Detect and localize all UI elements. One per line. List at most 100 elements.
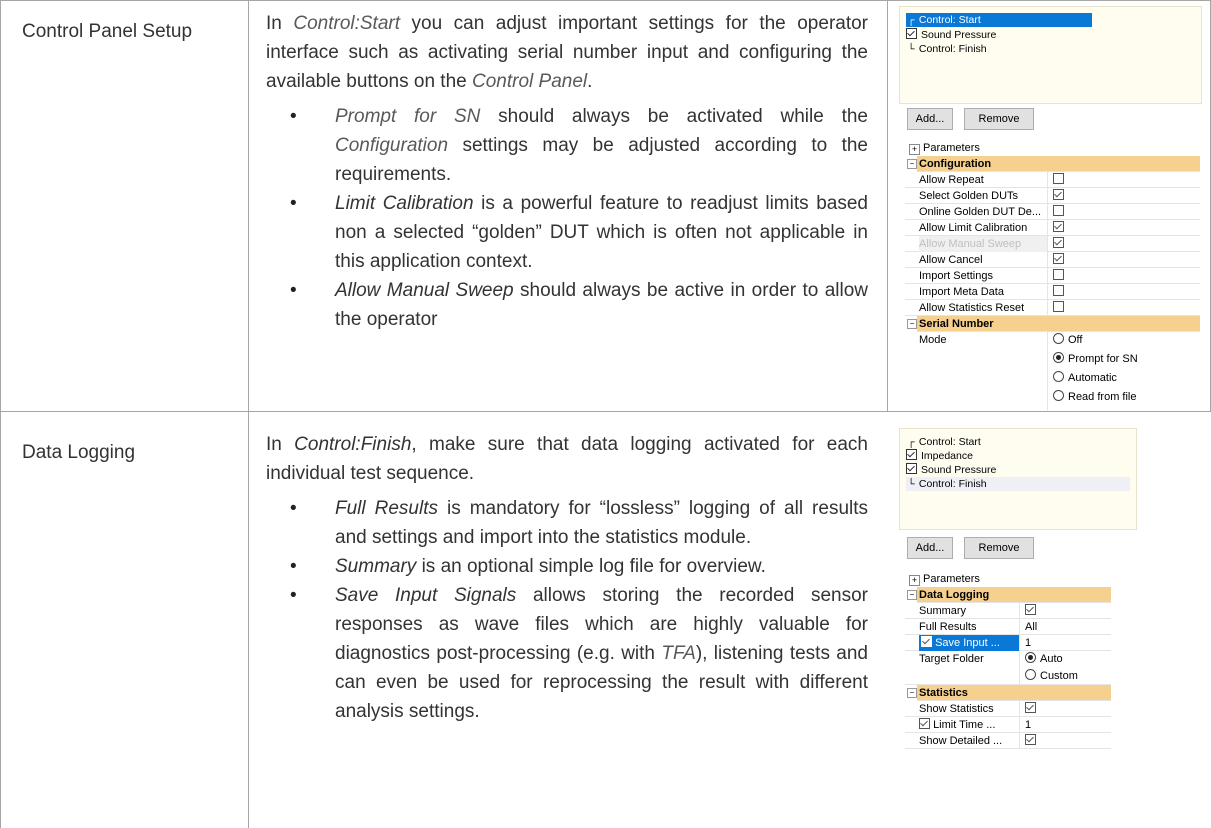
- collapse-minus-icon[interactable]: −: [907, 590, 917, 600]
- grid-row-target-folder: Target Folder Auto Custom: [905, 651, 1111, 685]
- radio-icon[interactable]: [1025, 669, 1036, 680]
- checkbox-icon[interactable]: [1053, 301, 1064, 312]
- section-header-configuration[interactable]: − Configuration: [905, 156, 1200, 172]
- row-description: In Control:Finish, make sure that data l…: [266, 430, 868, 726]
- remove-button[interactable]: Remove: [964, 108, 1034, 130]
- grid-row[interactable]: Import Settings: [905, 268, 1200, 284]
- radio-selected-icon[interactable]: [1053, 352, 1064, 363]
- list-item: Limit Calibration is a powerful feature …: [290, 189, 868, 276]
- grid-row[interactable]: Allow Manual Sweep: [905, 236, 1200, 252]
- grid-row[interactable]: Allow Limit Calibration: [905, 220, 1200, 236]
- grid-row-label: Allow Statistics Reset: [919, 302, 1025, 314]
- grid-row-label: Allow Repeat: [919, 174, 984, 186]
- row-label: Control Panel Setup: [22, 21, 193, 42]
- checkbox-icon[interactable]: [906, 449, 917, 460]
- radio-read-from-file[interactable]: Read from file: [1053, 389, 1200, 405]
- row-description: In Control:Start you can adjust importan…: [266, 9, 868, 334]
- grid-row-full-results[interactable]: Full Results All: [905, 619, 1111, 635]
- collapse-minus-icon[interactable]: −: [907, 319, 917, 329]
- grid-row[interactable]: Allow Statistics Reset: [905, 300, 1200, 316]
- grid-row[interactable]: Select Golden DUTs: [905, 188, 1200, 204]
- tree-item-control-finish[interactable]: └ Control: Finish: [906, 477, 1130, 491]
- checkbox-icon[interactable]: [919, 718, 930, 729]
- grid-row-limit-time[interactable]: Limit Time ... 1: [905, 717, 1111, 733]
- tree-branch-icon: ┌: [907, 15, 915, 26]
- radio-icon[interactable]: [1053, 333, 1064, 344]
- bullet-list: Prompt for SN should always be activated…: [266, 102, 868, 334]
- tree-item-control-finish[interactable]: └ Control: Finish: [906, 42, 986, 56]
- tree-branch-end-icon: └: [907, 479, 915, 490]
- parameters-label: Parameters: [923, 573, 980, 585]
- checkbox-icon[interactable]: [1025, 604, 1036, 615]
- control-finish-screenshot: ┌ Control: Start Impedance Sound Pressur…: [899, 428, 1139, 810]
- checkbox-icon[interactable]: [921, 636, 932, 647]
- grid-row[interactable]: Online Golden DUT De...: [905, 204, 1200, 220]
- grid-row-label: Select Golden DUTs: [919, 190, 1019, 202]
- save-input-value-field[interactable]: 1: [1019, 635, 1111, 651]
- radio-off[interactable]: Off: [1053, 332, 1200, 348]
- sequence-tree: ┌ Control: Start Impedance Sound Pressur…: [899, 428, 1137, 530]
- grid-row-summary[interactable]: Summary: [905, 603, 1111, 619]
- add-button[interactable]: Add...: [907, 537, 953, 559]
- section-header-statistics[interactable]: − Statistics: [905, 685, 1111, 701]
- checkbox-icon[interactable]: [1053, 269, 1064, 280]
- control-start-screenshot: ┌ Control: Start Sound Pressure └ Contro…: [899, 6, 1204, 410]
- radio-selected-icon[interactable]: [1025, 652, 1036, 663]
- grid-row[interactable]: Allow Cancel: [905, 252, 1200, 268]
- checkbox-icon[interactable]: [1053, 253, 1064, 264]
- tree-item-sound-pressure[interactable]: Sound Pressure: [906, 28, 996, 42]
- grid-row-label: Online Golden DUT De...: [919, 206, 1042, 218]
- list-item: Allow Manual Sweep should always be acti…: [290, 276, 868, 334]
- grid-row-label: Allow Limit Calibration: [919, 222, 1028, 234]
- checkbox-icon[interactable]: [1025, 734, 1036, 745]
- grid-row-show-statistics[interactable]: Show Statistics: [905, 701, 1111, 717]
- checkbox-icon[interactable]: [906, 28, 917, 39]
- tree-item-control-start[interactable]: ┌ Control: Start: [906, 435, 980, 449]
- expand-plus-icon[interactable]: +: [909, 144, 920, 155]
- list-item: Save Input Signals allows storing the re…: [290, 581, 868, 726]
- collapse-minus-icon[interactable]: −: [907, 688, 917, 698]
- radio-automatic[interactable]: Automatic: [1053, 370, 1200, 386]
- checkbox-icon[interactable]: [1053, 221, 1064, 232]
- section-header-data-logging[interactable]: − Data Logging: [905, 587, 1111, 603]
- sequence-tree: ┌ Control: Start Sound Pressure └ Contro…: [899, 6, 1202, 104]
- limit-time-value[interactable]: 1: [1019, 717, 1111, 733]
- radio-auto[interactable]: Auto: [1025, 651, 1111, 667]
- full-results-value[interactable]: All: [1019, 619, 1111, 635]
- section-header-serial-number[interactable]: − Serial Number: [905, 316, 1200, 332]
- collapse-minus-icon[interactable]: −: [907, 159, 917, 169]
- grid-row-label: Import Settings: [919, 270, 993, 282]
- tree-branch-end-icon: └: [907, 44, 915, 55]
- grid-row-label: Allow Manual Sweep: [919, 236, 1047, 252]
- radio-custom[interactable]: Custom: [1025, 668, 1111, 684]
- radio-icon[interactable]: [1053, 390, 1064, 401]
- checkbox-icon[interactable]: [1053, 285, 1064, 296]
- list-item: Prompt for SN should always be activated…: [290, 102, 868, 189]
- checkbox-icon[interactable]: [1053, 205, 1064, 216]
- checkbox-icon[interactable]: [1053, 237, 1064, 248]
- tree-item-impedance[interactable]: Impedance: [906, 449, 973, 463]
- checkbox-icon[interactable]: [1025, 702, 1036, 713]
- parameter-grid: − Data Logging Summary Full Results All …: [905, 587, 1111, 809]
- parameters-label: Parameters: [923, 142, 980, 154]
- add-button[interactable]: Add...: [907, 108, 953, 130]
- expand-plus-icon[interactable]: +: [909, 575, 920, 586]
- grid-row-show-detailed[interactable]: Show Detailed ...: [905, 733, 1111, 749]
- intro-paragraph: In Control:Start you can adjust importan…: [266, 13, 869, 92]
- checkbox-icon[interactable]: [1053, 189, 1064, 200]
- intro-paragraph: In Control:Finish, make sure that data l…: [266, 434, 868, 484]
- tree-branch-icon: ┌: [907, 437, 915, 448]
- radio-icon[interactable]: [1053, 371, 1064, 382]
- remove-button[interactable]: Remove: [964, 537, 1034, 559]
- checkbox-icon[interactable]: [906, 463, 917, 474]
- grid-row-save-input[interactable]: Save Input ... 1: [905, 635, 1111, 651]
- grid-row[interactable]: Import Meta Data: [905, 284, 1200, 300]
- grid-row[interactable]: Allow Repeat: [905, 172, 1200, 188]
- checkbox-icon[interactable]: [1053, 173, 1064, 184]
- document-table: Control Panel Setup In Control:Start you…: [0, 0, 1211, 828]
- tree-item-control-start[interactable]: ┌ Control: Start: [906, 13, 1092, 27]
- table-row-data-logging: Data Logging In Control:Finish, make sur…: [0, 411, 1211, 828]
- radio-prompt-for-sn[interactable]: Prompt for SN: [1053, 351, 1200, 367]
- tree-item-sound-pressure[interactable]: Sound Pressure: [906, 463, 996, 477]
- grid-row-label: Import Meta Data: [919, 286, 1004, 298]
